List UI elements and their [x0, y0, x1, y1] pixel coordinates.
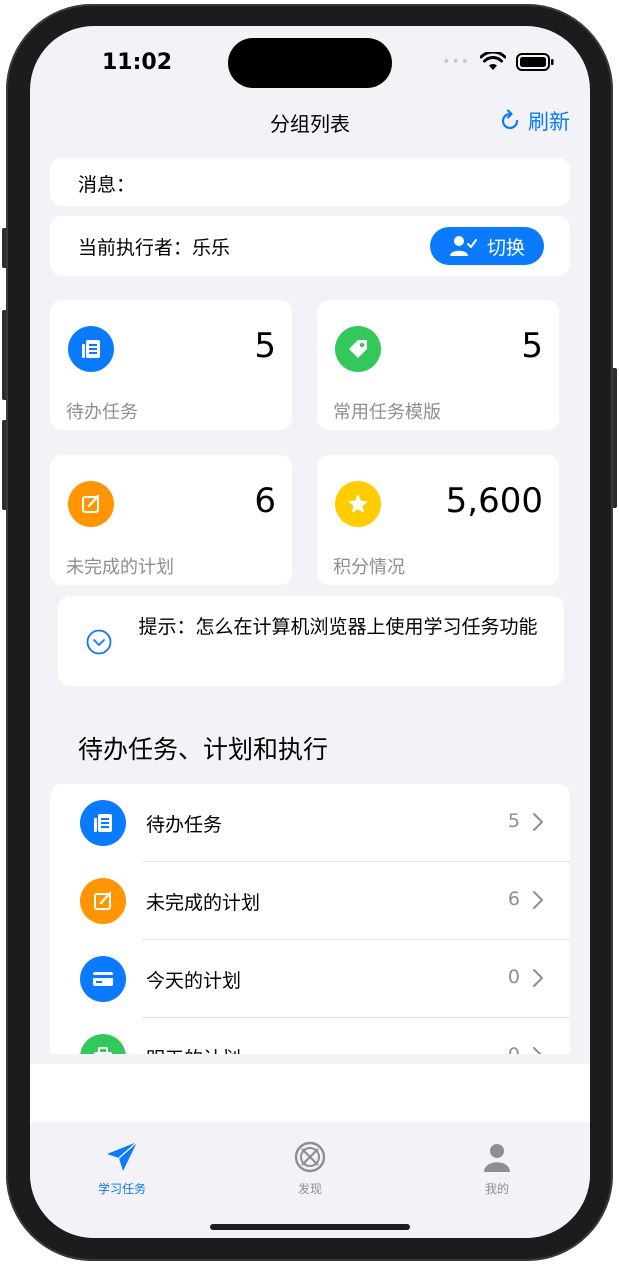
tab-bar: 学习任务 发现 我的 — [30, 1122, 590, 1238]
stat-value: 5 — [521, 326, 543, 366]
refresh-icon — [501, 109, 519, 130]
stat-value: 5,600 — [445, 481, 543, 521]
stat-label: 未完成的计划 — [66, 557, 174, 578]
executor-card: 当前执行者：乐乐 切换 — [50, 216, 570, 276]
home-indicator — [210, 1224, 410, 1230]
list-item-label: 今天的计划 — [146, 970, 242, 992]
list-item-tomorrow-plans[interactable]: 明天的计划 0 — [50, 1018, 570, 1054]
signal-dots: ••• — [442, 54, 470, 70]
stat-card-todo[interactable]: 5 待办任务 — [50, 300, 292, 430]
tab-label: 我的 — [484, 1182, 509, 1196]
navigation-bar: 分组列表 刷新 — [30, 106, 590, 146]
edit-icon — [80, 878, 126, 924]
list-icon — [68, 326, 114, 372]
stat-label: 常用任务模版 — [333, 402, 441, 423]
list-item-count: 0 — [508, 1044, 520, 1054]
briefcase-icon — [80, 1034, 126, 1054]
stat-card-points[interactable]: 5,600 积分情况 — [317, 455, 559, 585]
list-item-label: 待办任务 — [146, 814, 223, 836]
stat-label: 待办任务 — [66, 402, 138, 423]
person-icon — [484, 1144, 510, 1172]
message-card: 消息： — [50, 158, 570, 206]
stat-value: 5 — [254, 326, 276, 366]
refresh-label: 刷新 — [528, 110, 570, 134]
tab-label: 学习任务 — [97, 1182, 146, 1196]
stat-label: 积分情况 — [333, 557, 405, 578]
chevron-right-icon — [533, 1047, 542, 1054]
list-item-count: 6 — [507, 888, 520, 910]
task-list: 待办任务 5 未完成的计划 6 今天的计划 0 — [50, 784, 570, 1054]
list-icon — [80, 800, 126, 846]
switch-label: 切换 — [486, 236, 525, 259]
wifi-icon — [480, 52, 506, 70]
tab-mine[interactable]: 我的 — [437, 1140, 557, 1197]
switch-executor-button[interactable]: 切换 — [430, 227, 544, 265]
screen: 11:02 ••• 分组列表 刷新 消息： 当前执行者：乐乐 切换 5 待办任务… — [30, 26, 590, 1238]
tab-study-tasks[interactable]: 学习任务 — [62, 1140, 182, 1197]
stat-card-templates[interactable]: 5 常用任务模版 — [317, 300, 559, 430]
stat-value: 6 — [254, 481, 276, 521]
content-bottom-area — [30, 1064, 590, 1122]
list-item-label: 未完成的计划 — [146, 892, 261, 914]
executor-label: 当前执行者：乐乐 — [78, 237, 231, 259]
tip-text: 提示：怎么在计算机浏览器上使用学习任务功能 — [138, 616, 538, 638]
dynamic-island — [228, 38, 392, 88]
tip-card[interactable]: 提示：怎么在计算机浏览器上使用学习任务功能 — [58, 596, 564, 686]
list-item-count: 0 — [507, 966, 520, 988]
chevron-down-circle-icon — [86, 629, 112, 655]
edit-icon — [68, 481, 114, 527]
list-item-count: 5 — [507, 810, 520, 832]
phone-frame: 11:02 ••• 分组列表 刷新 消息： 当前执行者：乐乐 切换 5 待办任务… — [0, 0, 619, 1265]
card-icon — [80, 956, 126, 1002]
person-check-icon — [449, 236, 477, 256]
stat-card-incomplete-plans[interactable]: 6 未完成的计划 — [50, 455, 292, 585]
list-item-label: 明天的计划 — [146, 1044, 241, 1054]
section-title: 待办任务、计划和执行 — [78, 735, 329, 764]
tab-discover[interactable]: 发现 — [250, 1140, 370, 1197]
chevron-right-icon — [533, 969, 543, 987]
battery-icon — [516, 53, 554, 71]
list-item-todo[interactable]: 待办任务 5 — [50, 784, 570, 862]
compass-icon — [294, 1141, 326, 1173]
list-item-incomplete-plans[interactable]: 未完成的计划 6 — [50, 862, 570, 940]
chevron-right-icon — [533, 813, 543, 831]
status-indicators: ••• — [442, 52, 554, 72]
chevron-right-icon — [533, 891, 543, 909]
message-label: 消息： — [78, 174, 136, 196]
paper-plane-icon — [107, 1141, 138, 1171]
star-icon — [335, 481, 381, 527]
tab-label: 发现 — [297, 1182, 322, 1196]
refresh-button[interactable]: 刷新 — [498, 106, 570, 136]
list-item-today-plans[interactable]: 今天的计划 0 — [50, 940, 570, 1018]
tag-icon — [335, 326, 381, 372]
status-time: 11:02 — [102, 50, 173, 75]
